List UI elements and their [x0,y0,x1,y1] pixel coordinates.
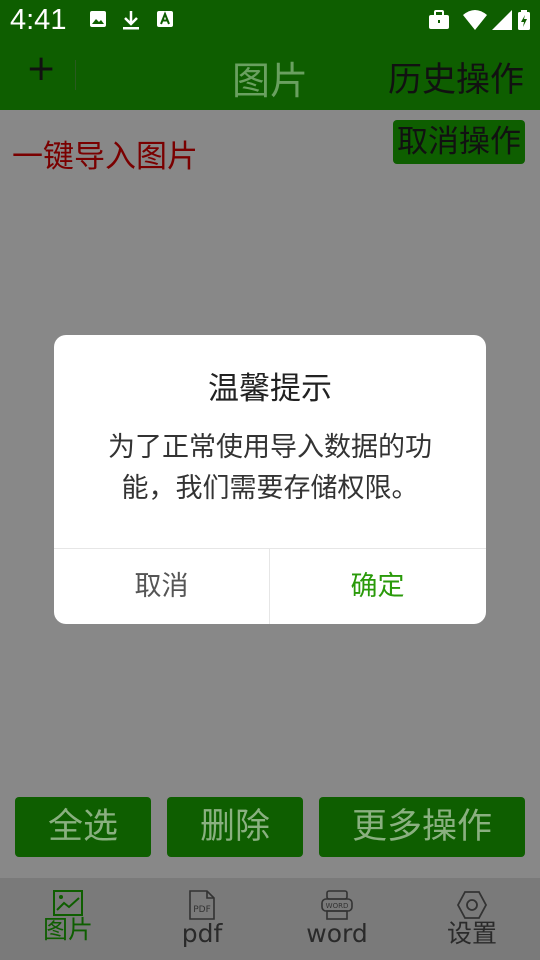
dialog-cancel-button[interactable]: 取消 [54,549,269,624]
permission-dialog: 温馨提示 为了正常使用导入数据的功能，我们需要存储权限。 取消 确定 [54,335,486,624]
dialog-title: 温馨提示 [208,371,332,407]
dialog-message: 为了正常使用导入数据的功能，我们需要存储权限。 [108,432,432,504]
dialog-confirm-button[interactable]: 确定 [270,549,485,624]
